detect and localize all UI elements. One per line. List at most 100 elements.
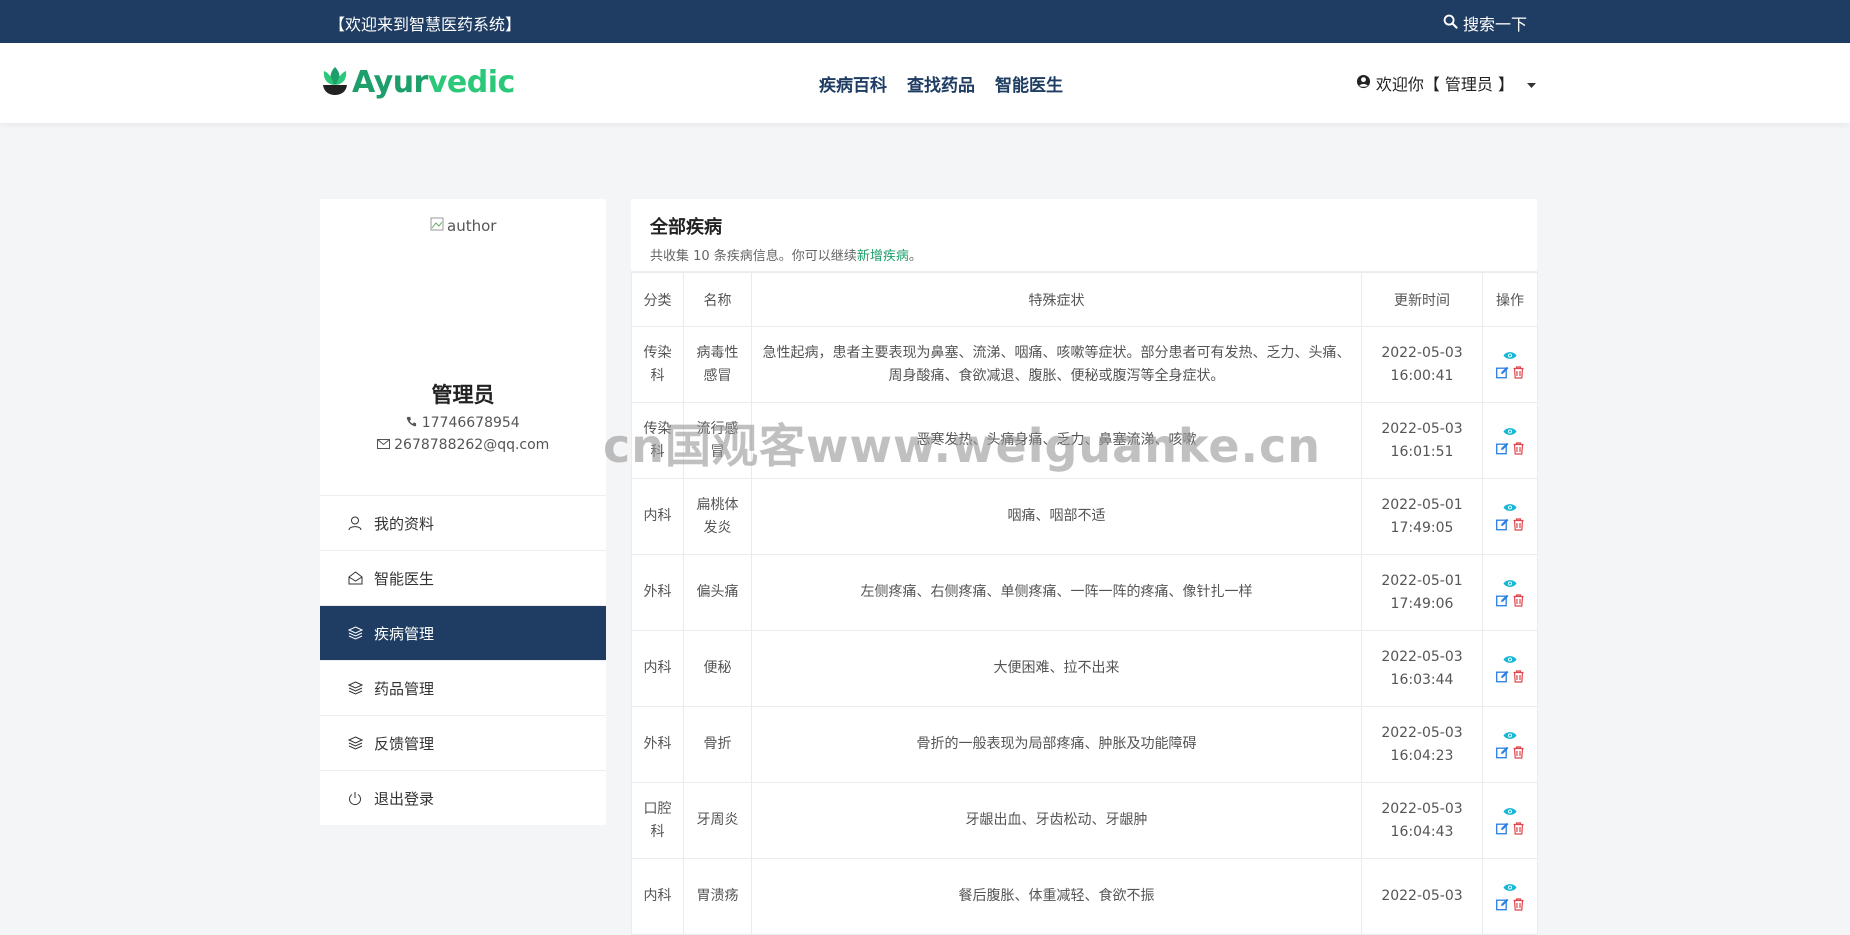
profile-email-text: 2678788262@qq.com [394,437,550,453]
eye-icon[interactable] [1503,731,1517,740]
panel-header: 全部疾病 共收集 10 条疾病信息。你可以继续新增疾病。 [631,199,1537,272]
cell-name: 病毒性感冒 [683,326,752,403]
column-header-symptoms: 特殊症状 [751,272,1362,327]
sidebar-item-feedback-management[interactable]: 反馈管理 [320,715,606,770]
delete-icon[interactable] [1513,669,1524,683]
cell-updated: 2022-05-03 16:01:51 [1361,402,1483,479]
cell-symptoms: 大便困难、拉不出来 [751,630,1362,707]
search-icon [1443,14,1458,33]
cell-updated: 2022-05-03 16:00:41 [1361,326,1483,403]
cell-actions [1482,554,1538,631]
cell-actions [1482,630,1538,707]
table-row: 传染科 流行感冒 恶寒发热、头痛身痛、乏力、鼻塞流涕、咳嗽 2022-05-03 16:… [631,402,1538,479]
cell-symptoms: 恶寒发热、头痛身痛、乏力、鼻塞流涕、咳嗽 [751,402,1362,479]
table-body: 传染科 病毒性感冒 急性起病，患者主要表现为鼻塞、流涕、咽痛、咳嗽等症状。部分患者可… [631,326,1538,935]
disease-list-panel: 全部疾病 共收集 10 条疾病信息。你可以继续新增疾病。 分类 名称 特殊症状 … [631,199,1538,935]
cell-updated: 2022-05-03 16:04:43 [1361,782,1483,859]
edit-icon[interactable] [1496,442,1509,455]
main-navbar: Ayurvedic 疾病百科 查找药品 智能医生 欢迎你【 管理员 】 [0,43,1850,123]
cell-category: 外科 [631,554,684,631]
table-row: 内科 扁桃体发炎 咽痛、咽部不适 2022-05-01 17:49:05 [631,478,1538,555]
sidebar-item-disease-management[interactable]: 疾病管理 [320,605,606,660]
edit-icon[interactable] [1496,594,1509,607]
welcome-text: 【欢迎来到智慧医药系统】 [329,15,522,34]
delete-icon[interactable] [1513,441,1524,455]
eye-icon[interactable] [1503,579,1517,588]
cell-actions [1482,858,1538,935]
author-avatar: author [430,217,496,235]
delete-icon[interactable] [1513,897,1524,911]
cell-symptoms: 急性起病，患者主要表现为鼻塞、流涕、咽痛、咳嗽等症状。部分患者可有发热、乏力、头… [751,326,1362,403]
sidebar-item-logout[interactable]: 退出登录 [320,770,606,825]
delete-icon[interactable] [1513,365,1524,379]
panel-title: 全部疾病 [650,217,722,238]
edit-icon[interactable] [1496,822,1509,835]
caret-down-icon [1527,74,1536,93]
table-row: 传染科 病毒性感冒 急性起病，患者主要表现为鼻塞、流涕、咽痛、咳嗽等症状。部分患者可… [631,326,1538,403]
user-circle-icon [1356,74,1371,93]
cell-date: 2022-05-03 [1381,888,1463,904]
eye-icon[interactable] [1503,503,1517,512]
phone-icon [406,415,421,431]
layers-icon [346,736,364,750]
table-row: 内科 胃溃疡 餐后腹胀、体重减轻、食欲不振 2022-05-03 [631,858,1538,935]
power-icon [346,791,364,806]
nav-smart-doctor[interactable]: 智能医生 [995,71,1063,96]
cell-name: 便秘 [683,630,752,707]
nav-find-medicine[interactable]: 查找药品 [907,71,975,96]
delete-icon[interactable] [1513,517,1524,531]
layers-icon [346,681,364,695]
cell-symptoms: 骨折的一般表现为局部疼痛、肿胀及功能障碍 [751,706,1362,783]
cell-date: 2022-05-03 [1381,724,1463,741]
cell-time: 16:01:51 [1390,443,1454,460]
cell-name: 偏头痛 [683,554,752,631]
delete-icon[interactable] [1513,821,1524,835]
cell-time: 16:04:43 [1390,823,1454,840]
eye-icon[interactable] [1503,655,1517,664]
cell-category: 外科 [631,706,684,783]
eye-icon[interactable] [1503,427,1517,436]
cell-name: 牙周炎 [683,782,752,859]
sidebar-item-smart-doctor[interactable]: 智能医生 [320,550,606,605]
edit-icon[interactable] [1496,898,1509,911]
table-row: 口腔科 牙周炎 牙龈出血、牙齿松动、牙龈肿 2022-05-03 16:04:43 [631,782,1538,859]
cell-time: 17:49:06 [1390,595,1454,612]
eye-icon[interactable] [1503,351,1517,360]
cell-date: 2022-05-03 [1381,420,1463,437]
user-menu-dropdown[interactable]: 欢迎你【 管理员 】 [1356,71,1536,95]
cell-name: 扁桃体发炎 [683,478,752,555]
edit-icon[interactable] [1496,518,1509,531]
cell-time: 16:03:44 [1390,671,1454,688]
user-menu-label: 欢迎你【 管理员 】 [1375,75,1514,94]
cell-category: 传染科 [631,326,684,403]
cell-symptoms: 左侧疼痛、右侧疼痛、单侧疼痛、一阵一阵的疼痛、像针扎一样 [751,554,1362,631]
sidebar-item-label: 智能医生 [374,569,435,588]
column-header-name: 名称 [683,272,752,327]
site-logo[interactable]: Ayurvedic [320,63,515,101]
sidebar-item-medicine-management[interactable]: 药品管理 [320,660,606,715]
eye-icon[interactable] [1503,807,1517,816]
cell-time: 17:49:05 [1390,519,1454,536]
sidebar-item-my-profile[interactable]: 我的资料 [320,495,606,550]
cell-updated: 2022-05-01 17:49:06 [1361,554,1483,631]
edit-icon[interactable] [1496,670,1509,683]
nav-disease-encyclopedia[interactable]: 疾病百科 [819,71,887,96]
sidebar-item-label: 药品管理 [374,679,435,698]
cell-updated: 2022-05-01 17:49:05 [1361,478,1483,555]
envelope-icon [376,437,394,453]
eye-icon[interactable] [1503,883,1517,892]
search-link[interactable]: 搜索一下 [1443,11,1527,35]
delete-icon[interactable] [1513,745,1524,759]
cell-symptoms: 牙龈出血、牙齿松动、牙龈肿 [751,782,1362,859]
logo-text-part1: Ayur [352,64,428,100]
edit-icon[interactable] [1496,366,1509,379]
cell-updated: 2022-05-03 [1361,858,1483,935]
edit-icon[interactable] [1496,746,1509,759]
cell-date: 2022-05-03 [1381,800,1463,817]
delete-icon[interactable] [1513,593,1524,607]
sidebar-item-label: 我的资料 [374,514,435,533]
cell-category: 内科 [631,630,684,707]
add-disease-link[interactable]: 新增疾病 [857,249,909,264]
table-row: 外科 偏头痛 左侧疼痛、右侧疼痛、单侧疼痛、一阵一阵的疼痛、像针扎一样 2022-05… [631,554,1538,631]
cell-date: 2022-05-03 [1381,344,1463,361]
